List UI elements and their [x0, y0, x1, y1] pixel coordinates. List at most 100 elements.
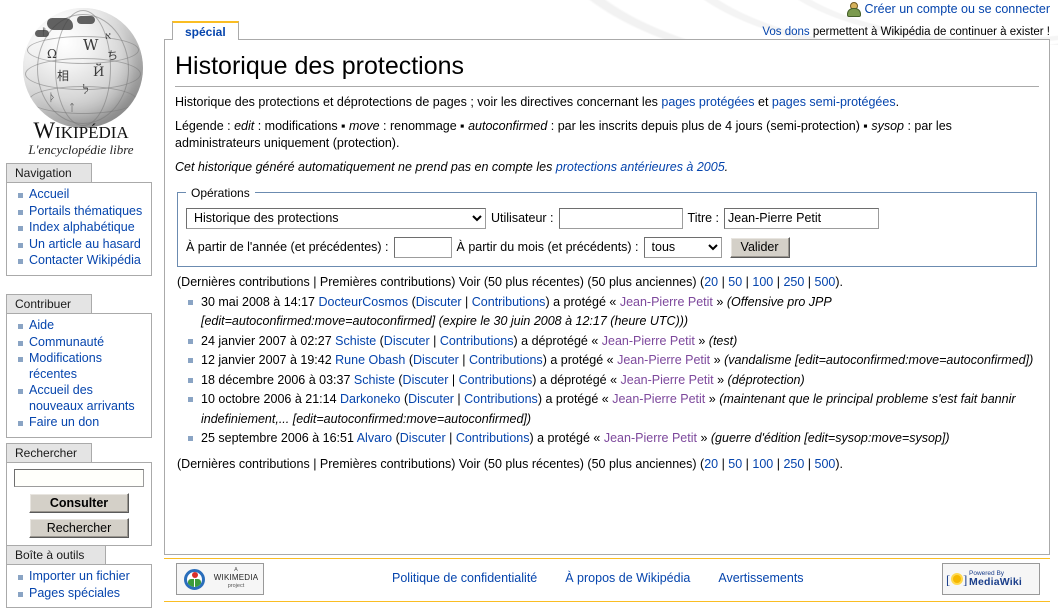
sidebar-link[interactable]: Communauté: [29, 335, 104, 349]
sidebar-item-accueil[interactable]: Accueil: [18, 187, 147, 204]
log-talk-link[interactable]: Discuter: [403, 373, 449, 387]
pager-limit-250[interactable]: 250: [783, 275, 804, 289]
search-go-button[interactable]: Consulter: [29, 493, 129, 513]
sidebar-item-importer-un-fichier[interactable]: Importer un fichier: [18, 569, 147, 586]
sidebar-link[interactable]: Aide: [29, 318, 54, 332]
protections-anterieures-link[interactable]: protections antérieures à 2005: [556, 160, 725, 174]
log-user-link[interactable]: Schiste: [335, 334, 376, 348]
log-talk-link[interactable]: Discuter: [413, 353, 459, 367]
log-page-link[interactable]: Jean-Pierre Petit: [612, 392, 705, 406]
mediawiki-logo[interactable]: [ ] Powered By MediaWiki: [942, 563, 1040, 595]
log-page-link[interactable]: Jean-Pierre Petit: [604, 431, 697, 445]
pager-limit-250[interactable]: 250: [783, 457, 804, 471]
donate-link[interactable]: Vos dons: [762, 26, 809, 38]
pager-sep: |: [773, 274, 784, 289]
sidebar-item-communaute[interactable]: Communauté: [18, 335, 147, 352]
pager-limit-20[interactable]: 20: [704, 457, 718, 471]
year-input[interactable]: [393, 236, 452, 258]
protection-log-list: 30 mai 2008 à 14:17 DocteurCosmos (Discu…: [175, 293, 1039, 449]
sidebar-item-contacter-wikipedia[interactable]: Contacter Wikipédia: [18, 253, 147, 270]
log-contribs-link[interactable]: Contributions: [464, 392, 538, 406]
sidebar-item-index-alphabetique[interactable]: Index alphabétique: [18, 220, 147, 237]
footer-link-disclaimers[interactable]: Avertissements: [718, 571, 803, 585]
log-page-link[interactable]: Jean-Pierre Petit: [620, 295, 713, 309]
title-input[interactable]: [724, 207, 880, 229]
log-talk-link[interactable]: Discuter: [384, 334, 430, 348]
pager-limit-100[interactable]: 100: [752, 275, 773, 289]
pager-text: |: [309, 456, 320, 471]
wikipedia-wordmark: WIKIPÉDIA: [6, 118, 156, 144]
log-page-link[interactable]: Jean-Pierre Petit: [617, 353, 710, 367]
sidebar-link[interactable]: Accueil des nouveaux arrivants: [29, 383, 135, 413]
sidebar-item-aide[interactable]: Aide: [18, 318, 147, 335]
pager-first-contribs[interactable]: Premières contributions: [320, 457, 451, 471]
sidebar-link[interactable]: Un article au hasard: [29, 237, 141, 251]
log-user-link[interactable]: DocteurCosmos: [318, 295, 408, 309]
search-fulltext-button[interactable]: Rechercher: [29, 518, 129, 538]
pages-semi-protegees-link[interactable]: pages semi-protégées: [772, 95, 896, 109]
log-contribs-link[interactable]: Contributions: [459, 373, 533, 387]
search-input[interactable]: [14, 469, 144, 487]
log-page-link[interactable]: Jean-Pierre Petit: [602, 334, 695, 348]
tab-special[interactable]: spécial: [172, 21, 239, 40]
footer-link-privacy[interactable]: Politique de confidentialité: [392, 571, 537, 585]
sidebar-item-portails-thematiques[interactable]: Portails thématiques: [18, 204, 147, 221]
log-user-link[interactable]: Darkoneko: [340, 392, 400, 406]
site-logo[interactable]: W Ω ち ᚠ Й 相 ל ᚦ א ᛏ WIKIPÉDIA L'encyclop…: [6, 6, 156, 158]
pager-limit-100[interactable]: 100: [752, 457, 773, 471]
pager-sep: |: [742, 274, 753, 289]
wikimedia-name: WIKIMEDIA: [213, 573, 259, 582]
log-talk-link[interactable]: Discuter: [400, 431, 446, 445]
sidebar-link[interactable]: Importer un fichier: [29, 569, 130, 583]
log-page-link[interactable]: Jean-Pierre Petit: [621, 373, 714, 387]
pager-limit-500[interactable]: 500: [815, 457, 836, 471]
pager-older: 50 plus anciennes: [591, 456, 693, 471]
main-content: Historique des protections Historique de…: [164, 39, 1050, 555]
user-field-label: Utilisateur :: [491, 211, 554, 226]
sidebar-link[interactable]: Contacter Wikipédia: [29, 253, 141, 267]
pager-first-contribs[interactable]: Premières contributions: [320, 275, 451, 289]
sidebar-link[interactable]: Index alphabétique: [29, 220, 135, 234]
month-select[interactable]: tous: [643, 236, 722, 258]
pager-text: ) (: [692, 274, 705, 289]
wikimedia-project-logo[interactable]: A WIKIMEDIA project: [176, 563, 264, 595]
sidebar-item-modifications-recentes[interactable]: Modifications récentes: [18, 351, 147, 383]
sidebar-link[interactable]: Pages spéciales: [29, 586, 120, 600]
log-talk-link[interactable]: Discuter: [408, 392, 454, 406]
log-contribs-link[interactable]: Contributions: [472, 295, 546, 309]
pager-limit-20[interactable]: 20: [704, 275, 718, 289]
sidebar-item-faire-un-don[interactable]: Faire un don: [18, 415, 147, 432]
log-user-link[interactable]: Schiste: [354, 373, 395, 387]
log-user-link[interactable]: Rune Obash: [335, 353, 405, 367]
intro-text: Historique des protections et déprotecti…: [175, 94, 662, 109]
sidebar-link[interactable]: Portails thématiques: [29, 204, 142, 218]
create-account-or-login-link[interactable]: Créer un compte ou se connecter: [864, 2, 1050, 16]
sidebar-item-accueil-nouveaux-arrivants[interactable]: Accueil des nouveaux arrivants: [18, 383, 147, 415]
footer-link-about[interactable]: À propos de Wikipédia: [565, 571, 690, 585]
year-field-label: À partir de l'année (et précédentes) :: [186, 240, 389, 255]
sidebar-link[interactable]: Modifications récentes: [29, 351, 102, 381]
pager-last-contribs[interactable]: Dernières contributions: [181, 275, 310, 289]
sidebar-link[interactable]: Accueil: [29, 187, 69, 201]
sidebar-link[interactable]: Faire un don: [29, 415, 99, 429]
action-type-select[interactable]: Historique des protections: [186, 207, 486, 229]
wordmark-w: W: [33, 118, 56, 143]
log-contribs-link[interactable]: Contributions: [469, 353, 543, 367]
sidebar-item-article-au-hasard[interactable]: Un article au hasard: [18, 237, 147, 254]
pager-limit-500[interactable]: 500: [815, 275, 836, 289]
log-contribs-link[interactable]: Contributions: [456, 431, 530, 445]
user-icon: [846, 2, 862, 17]
log-user-link[interactable]: Alvaro: [357, 431, 392, 445]
log-contribs-link[interactable]: Contributions: [440, 334, 514, 348]
pages-protegees-link[interactable]: pages protégées: [661, 95, 754, 109]
pager-last-contribs[interactable]: Dernières contributions: [181, 457, 310, 471]
wikimedia-project: project: [227, 583, 245, 589]
sidebar-item-pages-speciales[interactable]: Pages spéciales: [18, 586, 147, 603]
log-text: »: [712, 294, 727, 309]
pager-limit-50[interactable]: 50: [728, 275, 742, 289]
pager-limit-50[interactable]: 50: [728, 457, 742, 471]
log-talk-link[interactable]: Discuter: [416, 295, 462, 309]
user-input[interactable]: [558, 207, 683, 229]
submit-button[interactable]: Valider: [729, 236, 790, 258]
log-text: »: [710, 353, 725, 368]
